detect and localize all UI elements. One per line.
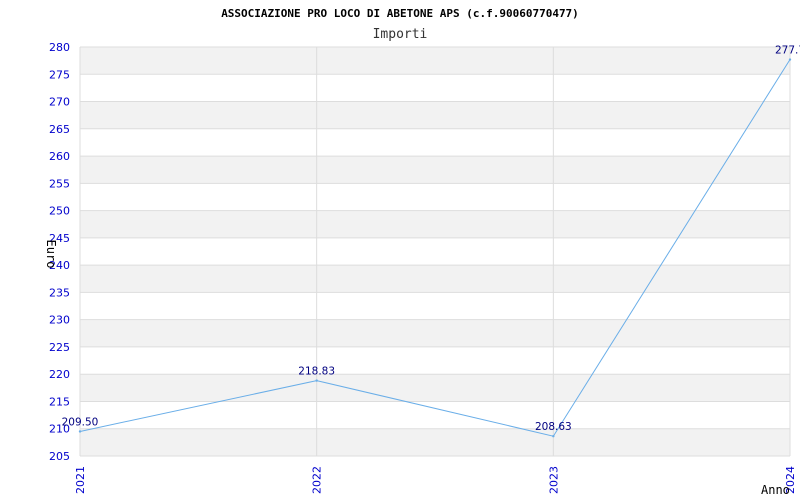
- chart-container: 205 210 215 220 225 230 235 240 245 250 255 260 265 2…: [0, 0, 800, 500]
- x-tick-label: 2021: [74, 466, 87, 494]
- x-tick-label: 2022: [311, 466, 324, 494]
- y-tick-label: 225: [49, 341, 70, 354]
- data-label: 209.50: [62, 416, 99, 428]
- x-axis-label: Anno: [761, 483, 790, 497]
- chart-subtitle: Importi: [373, 27, 428, 42]
- grid-band: [80, 319, 790, 347]
- y-tick-label: 235: [49, 286, 70, 299]
- y-tick-label: 205: [49, 450, 70, 463]
- y-tick-label: 250: [49, 205, 70, 218]
- grid-band: [80, 428, 790, 456]
- grid-band: [80, 101, 790, 129]
- line-chart: 2052102152202252302352402452502552602652…: [44, 7, 800, 497]
- data-point: [552, 435, 555, 438]
- data-label: 277.7: [775, 45, 800, 57]
- y-tick-label: 280: [49, 41, 70, 54]
- y-tick-label: 215: [49, 395, 70, 408]
- grid-band: [80, 210, 790, 238]
- y-tick-label: 220: [49, 368, 70, 381]
- data-label: 218.83: [298, 366, 335, 378]
- x-tick-label: 2023: [547, 466, 560, 494]
- chart-title: ASSOCIAZIONE PRO LOCO DI ABETONE APS (c.…: [221, 7, 579, 20]
- y-tick-label: 260: [49, 150, 70, 163]
- grid-band: [80, 265, 790, 293]
- data-point: [788, 58, 792, 61]
- y-tick-label: 265: [49, 123, 70, 136]
- y-tick-label: 275: [49, 68, 70, 81]
- data-point: [315, 379, 318, 382]
- data-label: 208.63: [535, 421, 572, 433]
- data-point: [78, 430, 82, 433]
- y-tick-label: 270: [49, 96, 70, 109]
- grid-bands: [80, 47, 790, 456]
- grid-band: [80, 47, 790, 75]
- grid-band: [80, 374, 790, 402]
- y-tick-label: 255: [49, 177, 70, 190]
- y-tick-label: 230: [49, 314, 70, 327]
- grid-band: [80, 156, 790, 184]
- x-axis-ticks: 2021 2022 2023 2024: [74, 466, 797, 494]
- y-axis-label: Euro: [44, 240, 58, 269]
